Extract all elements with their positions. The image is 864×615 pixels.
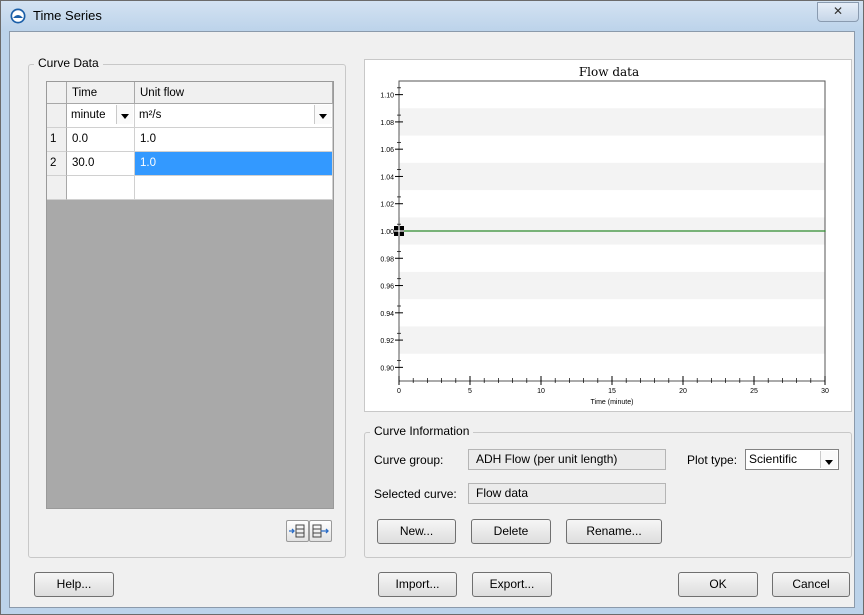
y-tick-label: 0.90 bbox=[380, 365, 394, 372]
ok-button[interactable]: OK bbox=[678, 572, 758, 597]
plot-type-label: Plot type: bbox=[687, 453, 738, 467]
window-title: Time Series bbox=[33, 8, 102, 23]
data-point bbox=[824, 230, 826, 232]
globe-icon bbox=[10, 8, 26, 24]
grid-band bbox=[399, 162, 825, 191]
y-tick-label: 1.06 bbox=[380, 147, 394, 154]
x-axis-label: Time (minute) bbox=[591, 399, 634, 406]
flow-cell-selected[interactable]: 1.0 bbox=[135, 152, 333, 176]
chevron-down-icon bbox=[121, 114, 129, 119]
time-unit-value: minute bbox=[71, 109, 106, 121]
x-tick-label: 15 bbox=[608, 388, 616, 395]
flow-unit-value: m²/s bbox=[139, 109, 162, 121]
new-curve-button[interactable]: New... bbox=[377, 519, 456, 544]
title-bar[interactable]: Time Series ✕ bbox=[1, 1, 863, 31]
y-tick-label: 1.10 bbox=[380, 93, 394, 100]
close-button[interactable]: ✕ bbox=[817, 2, 859, 22]
time-unit-dropdown-button[interactable] bbox=[116, 105, 133, 124]
y-tick-label: 0.98 bbox=[380, 256, 394, 263]
insert-row-icon bbox=[289, 524, 305, 538]
export-button[interactable]: Export... bbox=[472, 572, 552, 597]
flow-unit-select[interactable]: m²/s bbox=[135, 104, 333, 128]
time-cell[interactable]: 30.0 bbox=[67, 152, 135, 176]
y-tick-label: 1.04 bbox=[380, 174, 394, 181]
curve-data-grid[interactable]: Time Unit flow minute m²/s 1 0.0 1.0 2 3… bbox=[46, 81, 334, 509]
row-header[interactable]: 1 bbox=[47, 128, 67, 152]
selected-curve-field: Flow data bbox=[468, 483, 666, 504]
flow-cell[interactable]: 1.0 bbox=[135, 128, 333, 152]
y-tick-label: 1.02 bbox=[380, 202, 394, 209]
curve-group-label: Curve group: bbox=[374, 453, 444, 467]
x-tick-label: 5 bbox=[468, 388, 472, 395]
insert-row-button[interactable] bbox=[286, 520, 309, 542]
y-tick-label: 1.00 bbox=[380, 229, 394, 236]
column-header-unit-flow[interactable]: Unit flow bbox=[135, 82, 333, 104]
help-button[interactable]: Help... bbox=[34, 572, 114, 597]
add-row-icon bbox=[312, 524, 329, 538]
x-tick-label: 0 bbox=[397, 388, 401, 395]
grid-corner bbox=[47, 82, 67, 104]
x-tick-label: 10 bbox=[537, 388, 545, 395]
units-row-header bbox=[47, 104, 67, 128]
flow-cell[interactable] bbox=[135, 176, 333, 200]
delete-curve-button[interactable]: Delete bbox=[471, 519, 551, 544]
cancel-button[interactable]: Cancel bbox=[772, 572, 850, 597]
grid-band bbox=[399, 326, 825, 354]
time-cell[interactable]: 0.0 bbox=[67, 128, 135, 152]
curve-data-legend: Curve Data bbox=[34, 56, 103, 70]
import-button[interactable]: Import... bbox=[378, 572, 457, 597]
rename-curve-button[interactable]: Rename... bbox=[566, 519, 662, 544]
y-tick-label: 0.94 bbox=[380, 311, 394, 318]
x-tick-label: 25 bbox=[750, 388, 758, 395]
plot-panel[interactable]: Flow data 0.90 0.92 0.94 0.96 0.98 1.00 1.02 1.… bbox=[364, 59, 852, 412]
plot-type-dropdown-button[interactable] bbox=[820, 451, 837, 468]
grid-band bbox=[399, 108, 825, 136]
plot-type-select[interactable]: Scientific bbox=[745, 449, 839, 470]
y-tick-label: 0.96 bbox=[380, 284, 394, 291]
curve-information-legend: Curve Information bbox=[370, 424, 474, 438]
column-header-time[interactable]: Time bbox=[67, 82, 135, 104]
flow-unit-dropdown-button[interactable] bbox=[314, 105, 331, 124]
flow-chart[interactable]: 0.90 0.92 0.94 0.96 0.98 1.00 1.02 1.04 1.06 1.08… bbox=[365, 60, 853, 413]
row-header[interactable]: 2 bbox=[47, 152, 67, 176]
chevron-down-icon bbox=[825, 460, 833, 465]
row-header[interactable] bbox=[47, 176, 67, 200]
add-row-button[interactable] bbox=[309, 520, 332, 542]
time-cell[interactable] bbox=[67, 176, 135, 200]
x-tick-label: 30 bbox=[821, 388, 829, 395]
y-tick-label: 1.08 bbox=[380, 120, 394, 127]
curve-group-field: ADH Flow (per unit length) bbox=[468, 449, 666, 470]
selected-curve-label: Selected curve: bbox=[374, 487, 457, 501]
x-tick-label: 20 bbox=[679, 388, 687, 395]
grid-band bbox=[399, 271, 825, 300]
y-tick-label: 0.92 bbox=[380, 338, 394, 345]
plot-type-value: Scientific bbox=[749, 452, 798, 466]
close-icon: ✕ bbox=[832, 4, 844, 18]
chevron-down-icon bbox=[319, 114, 327, 119]
time-unit-select[interactable]: minute bbox=[67, 104, 135, 128]
